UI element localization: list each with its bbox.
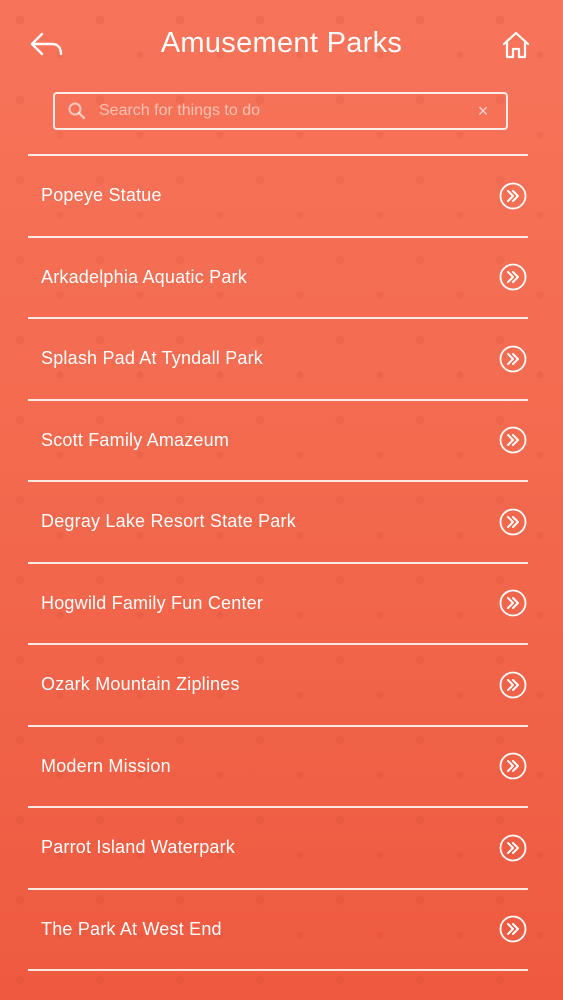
home-icon xyxy=(502,31,530,59)
double-chevron-right-icon xyxy=(499,263,527,291)
list-item[interactable]: Hogwild Family Fun Center xyxy=(28,564,528,645)
place-list: Popeye Statue Arkadelphia Aquatic Park S… xyxy=(28,154,528,971)
list-item-label: Splash Pad At Tyndall Park xyxy=(41,348,263,369)
double-chevron-right-icon xyxy=(499,345,527,373)
list-item-label: Popeye Statue xyxy=(41,185,162,206)
list-item[interactable]: Arkadelphia Aquatic Park xyxy=(28,238,528,319)
list-item-label: Modern Mission xyxy=(41,755,171,776)
clear-icon[interactable]: × xyxy=(472,100,494,122)
list-item[interactable]: Splash Pad At Tyndall Park xyxy=(28,319,528,401)
list-item[interactable]: The Park At West End xyxy=(28,890,528,971)
list-item[interactable]: Parrot Island Waterpark xyxy=(28,808,528,890)
search-input[interactable] xyxy=(87,101,472,121)
list-item-label: Hogwild Family Fun Center xyxy=(41,592,264,613)
double-chevron-right-icon xyxy=(499,589,527,617)
header: Amusement Parks xyxy=(0,0,563,92)
double-chevron-right-icon xyxy=(499,915,527,943)
home-button[interactable] xyxy=(501,30,531,60)
list-item-label: Degray Lake Resort State Park xyxy=(41,511,296,532)
page-title: Amusement Parks xyxy=(160,27,403,59)
list-item-label: The Park At West End xyxy=(41,918,222,939)
list-item[interactable]: Ozark Mountain Ziplines xyxy=(28,645,528,727)
search-bar: × xyxy=(53,92,508,130)
list-item[interactable]: Degray Lake Resort State Park xyxy=(28,482,528,564)
list-item[interactable]: Popeye Statue xyxy=(28,156,528,238)
list-item[interactable]: Scott Family Amazeum xyxy=(28,401,528,482)
double-chevron-right-icon xyxy=(499,426,527,454)
double-chevron-right-icon xyxy=(499,752,527,780)
search-icon xyxy=(67,101,87,121)
list-item-label: Scott Family Amazeum xyxy=(41,429,230,450)
list-item-label: Parrot Island Waterpark xyxy=(41,837,236,858)
double-chevron-right-icon xyxy=(499,182,527,210)
double-chevron-right-icon xyxy=(499,508,527,536)
list-item[interactable]: Modern Mission xyxy=(28,727,528,808)
list-item-label: Arkadelphia Aquatic Park xyxy=(41,266,247,287)
double-chevron-right-icon xyxy=(499,834,527,862)
double-chevron-right-icon xyxy=(499,671,527,699)
list-item-label: Ozark Mountain Ziplines xyxy=(41,674,240,695)
